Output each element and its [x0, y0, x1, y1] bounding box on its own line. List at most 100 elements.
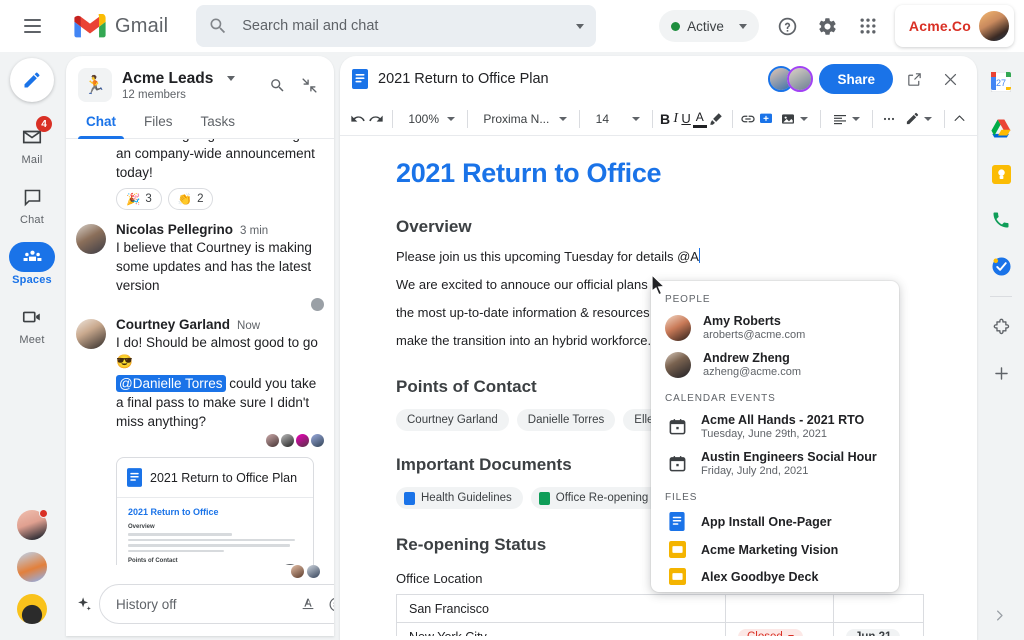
highlighter-icon[interactable] [709, 107, 724, 131]
composer-input-box[interactable] [99, 584, 334, 624]
search-input[interactable] [228, 18, 568, 34]
hamburger-icon[interactable] [12, 6, 52, 46]
google-drive-icon[interactable] [983, 110, 1019, 146]
underline-button[interactable]: U [681, 107, 690, 131]
preview-subheading: Overview [128, 524, 302, 530]
chevron-down-icon[interactable] [227, 76, 235, 81]
font-size-select[interactable]: 14 [588, 107, 644, 131]
collapse-diagonal-icon[interactable] [294, 70, 324, 100]
zoom-select[interactable]: 100% [400, 107, 459, 131]
share-button[interactable]: Share [819, 64, 893, 94]
chat-bubble-icon [22, 187, 43, 208]
google-voice-icon[interactable] [983, 202, 1019, 238]
list-item[interactable]: Andrew Zheng azheng@acme.com [651, 346, 899, 383]
search-bar[interactable] [196, 5, 596, 47]
divider [990, 296, 1012, 297]
cell-status[interactable]: Closed [726, 623, 834, 637]
sparkle-icon[interactable] [76, 591, 93, 617]
more-horizontal-icon[interactable] [881, 107, 897, 131]
mention-chip[interactable]: @Danielle Torres [116, 375, 226, 392]
sidebar-item-spaces[interactable]: Spaces [4, 236, 60, 292]
chevron-down-icon[interactable] [576, 24, 584, 29]
avatar[interactable] [76, 224, 106, 254]
link-chain-icon[interactable] [740, 107, 756, 131]
document-header: 2021 Return to Office Plan Share [340, 56, 977, 102]
tab-tasks[interactable]: Tasks [187, 106, 250, 138]
puzzle-piece-icon[interactable] [983, 309, 1019, 345]
account-chip[interactable]: Acme.Co [895, 5, 1014, 47]
google-calendar-icon[interactable]: 27 [983, 64, 1019, 100]
avatar[interactable] [979, 11, 1009, 41]
italic-button[interactable]: I [672, 107, 679, 131]
avatar[interactable] [17, 594, 47, 624]
reaction-emoji: 🎉 [126, 192, 140, 206]
reaction-chip[interactable]: 🎉 3 [116, 188, 162, 210]
avatar[interactable] [76, 319, 106, 349]
avatar[interactable] [787, 66, 813, 92]
reaction-chip[interactable]: 👏 2 [168, 188, 214, 210]
list-item[interactable]: Amy Roberts aroberts@acme.com [651, 309, 899, 346]
open-in-new-icon[interactable] [899, 64, 929, 94]
search-icon[interactable] [262, 70, 292, 100]
apps-grid-icon[interactable] [849, 7, 887, 45]
zoom-level: 100% [408, 112, 439, 126]
chevron-right-icon[interactable] [984, 600, 1014, 630]
avatar[interactable] [17, 510, 47, 540]
chevron-up-icon[interactable] [952, 107, 967, 131]
tab-files[interactable]: Files [130, 106, 187, 138]
cell-status[interactable] [726, 595, 834, 623]
preview-subheading: Points of Contact [128, 558, 302, 564]
reaction-count: 3 [145, 193, 151, 205]
redo-icon[interactable] [368, 107, 384, 131]
font-select[interactable]: Proxima N... [475, 107, 571, 131]
sidebar-item-meet[interactable]: Meet [4, 296, 60, 352]
status-badge[interactable]: Closed [738, 629, 803, 637]
gear-icon[interactable] [809, 7, 847, 45]
avatar [311, 434, 324, 447]
add-comment-icon[interactable] [758, 107, 774, 131]
tab-label: Files [144, 114, 173, 129]
sidebar-item-mail[interactable]: 4 Mail [4, 116, 60, 172]
chat-message-list[interactable]: Danielle is going to be sending out an c… [66, 139, 334, 579]
person-chip[interactable]: Courtney Garland [396, 409, 509, 431]
status-button[interactable]: Active [659, 10, 759, 42]
event-date: Tuesday, June 29th, 2021 [701, 428, 864, 440]
table-row[interactable]: New York City Closed Jun 21 [397, 623, 924, 637]
tab-label: Chat [86, 114, 116, 129]
list-item[interactable]: Alex Goodbye Deck [651, 563, 899, 590]
help-circle-icon[interactable] [769, 7, 807, 45]
list-item[interactable]: Acme All Hands - 2021 RTO Tuesday, June … [651, 408, 899, 445]
compose-button[interactable] [10, 58, 54, 102]
list-item[interactable]: App Install One-Pager [651, 507, 899, 536]
emoji-smiley-icon[interactable] [323, 591, 334, 617]
composer-presence [76, 565, 324, 584]
close-x-icon[interactable] [935, 64, 965, 94]
google-slides-icon [665, 568, 689, 585]
table-row[interactable]: San Francisco [397, 595, 924, 623]
align-select[interactable] [828, 107, 864, 131]
text-color-button[interactable]: A [693, 107, 707, 131]
plus-icon[interactable] [983, 355, 1019, 391]
google-keep-icon[interactable] [983, 156, 1019, 192]
sidebar-item-chat[interactable]: Chat [4, 176, 60, 232]
attached-doc-card[interactable]: 2021 Return to Office Plan 2021 Return t… [116, 457, 314, 579]
date-chip[interactable]: Jun 21 [846, 629, 900, 637]
paragraph-text: Please join us this upcoming Tuesday for… [396, 249, 699, 264]
list-item[interactable]: Austin Engineers Social Hour Friday, Jul… [651, 445, 899, 482]
document-chip[interactable]: Health Guidelines [396, 487, 523, 509]
person-chip[interactable]: Danielle Torres [517, 409, 616, 431]
message-input[interactable] [116, 597, 293, 612]
section-label-people: PEOPLE [651, 281, 899, 309]
bold-button[interactable]: B [660, 107, 670, 131]
undo-icon[interactable] [350, 107, 366, 131]
document-toolbar: 100% Proxima N... 14 B I U A [340, 102, 977, 136]
message-text: I do! Should be almost good to go 😎 [116, 333, 324, 371]
preview-heading: 2021 Return to Office [128, 507, 302, 517]
edit-mode-select[interactable] [901, 107, 936, 131]
insert-image-select[interactable] [776, 107, 812, 131]
list-item[interactable]: Acme Marketing Vision [651, 536, 899, 563]
google-tasks-icon[interactable] [983, 248, 1019, 284]
tab-chat[interactable]: Chat [72, 106, 130, 138]
text-format-icon[interactable] [295, 591, 321, 617]
avatar[interactable] [17, 552, 47, 582]
